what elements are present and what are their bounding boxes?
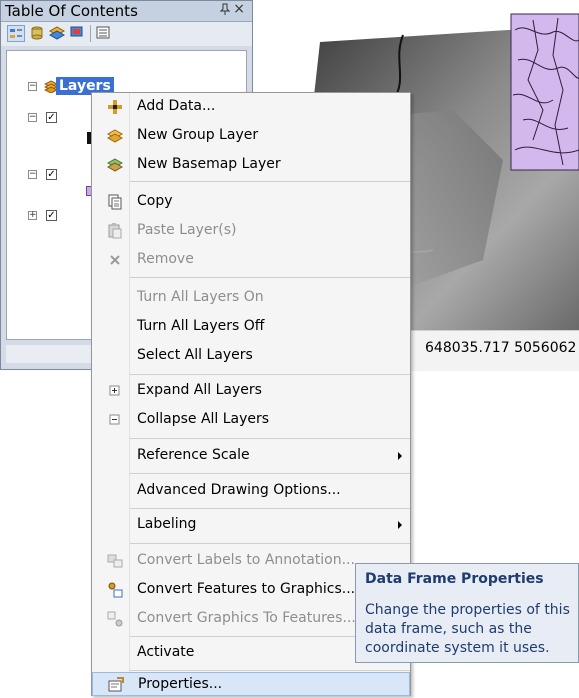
collapse-root-toggle[interactable]: − xyxy=(28,82,37,91)
convert-labels-icon xyxy=(106,552,124,570)
menu-item-label: Copy xyxy=(137,193,173,209)
menu-item-paste-layers[interactable]: Paste Layer(s) xyxy=(92,217,410,246)
menu-item-label: New Group Layer xyxy=(137,127,259,143)
new-group-layer-icon xyxy=(106,127,124,145)
layer-1-checkbox[interactable]: ✓ xyxy=(46,112,57,123)
convert-graphics-icon xyxy=(106,610,124,628)
list-by-source-icon[interactable] xyxy=(29,25,47,42)
menu-item-label: Turn All Layers Off xyxy=(137,318,265,334)
toc-toolbar xyxy=(1,22,252,46)
layer-1-toggle[interactable]: − xyxy=(28,113,37,122)
menu-item-add-data[interactable]: Add Data... xyxy=(92,93,410,122)
layer-3-toggle[interactable]: + xyxy=(28,211,37,220)
add-data-icon xyxy=(106,98,124,116)
paste-icon xyxy=(106,222,124,240)
convert-features-icon xyxy=(106,581,124,599)
toc-title: Table Of Contents xyxy=(5,2,138,20)
layer-2-toggle[interactable]: − xyxy=(28,170,37,179)
menu-item-new-group-layer[interactable]: New Group Layer xyxy=(92,122,410,151)
menu-item-labeling[interactable]: Labeling xyxy=(92,511,410,540)
menu-item-label: Remove xyxy=(137,251,194,267)
menu-item-new-basemap-layer[interactable]: New Basemap Layer xyxy=(92,151,410,180)
tooltip-title: Data Frame Properties xyxy=(365,571,544,587)
pin-icon[interactable] xyxy=(219,3,231,18)
list-by-selection-icon[interactable] xyxy=(69,25,87,42)
options-icon[interactable] xyxy=(95,25,113,42)
remove-icon xyxy=(106,251,124,269)
menu-item-label: Add Data... xyxy=(137,98,216,114)
menu-item-label: Collapse All Layers xyxy=(137,411,270,427)
menu-separator xyxy=(130,670,410,671)
submenu-arrow-icon xyxy=(398,521,402,529)
menu-item-copy[interactable]: Copy xyxy=(92,188,410,217)
toolbar-divider xyxy=(90,25,91,42)
menu-separator xyxy=(130,543,410,544)
menu-separator xyxy=(130,374,410,375)
menu-item-label: Select All Layers xyxy=(137,347,253,363)
collapse-icon xyxy=(106,411,124,429)
menu-item-label: Advanced Drawing Options... xyxy=(137,482,341,498)
new-basemap-layer-icon xyxy=(106,156,124,174)
menu-separator xyxy=(130,438,410,439)
menu-item-label: Reference Scale xyxy=(137,447,250,463)
menu-item-label: Paste Layer(s) xyxy=(137,222,237,238)
menu-item-label: Labeling xyxy=(137,516,197,532)
menu-item-label: Turn All Layers On xyxy=(137,289,264,305)
menu-item-label: Activate xyxy=(137,644,195,660)
layer-2-checkbox[interactable]: ✓ xyxy=(46,169,57,180)
expand-icon xyxy=(106,382,124,400)
menu-separator xyxy=(130,473,410,474)
coordinate-readout: 648035.717 5056062 xyxy=(425,340,577,356)
submenu-arrow-icon xyxy=(398,452,402,460)
menu-item-turn-all-layers-off[interactable]: Turn All Layers Off xyxy=(92,313,410,342)
menu-item-reference-scale[interactable]: Reference Scale xyxy=(92,442,410,471)
menu-separator xyxy=(130,181,410,182)
menu-item-label: Properties... xyxy=(138,676,223,692)
menu-separator xyxy=(130,277,410,278)
layer-3-checkbox[interactable]: ✓ xyxy=(46,210,57,221)
menu-item-select-all-layers[interactable]: Select All Layers xyxy=(92,342,410,371)
list-by-visibility-icon[interactable] xyxy=(49,25,67,42)
menu-item-label: Convert Graphics To Features... xyxy=(137,610,356,626)
menu-item-advanced-drawing-options[interactable]: Advanced Drawing Options... xyxy=(92,477,410,506)
copy-icon xyxy=(106,193,124,211)
tooltip: Data Frame Properties Change the propert… xyxy=(355,563,579,663)
toc-title-bar[interactable]: Table Of Contents × xyxy=(1,1,252,22)
menu-item-remove[interactable]: Remove xyxy=(92,246,410,275)
tooltip-body: Change the properties of this data frame… xyxy=(365,602,570,656)
menu-item-label: Convert Features to Graphics... xyxy=(137,581,356,597)
menu-item-turn-all-layers-on[interactable]: Turn All Layers On xyxy=(92,284,410,313)
menu-item-properties[interactable]: Properties... xyxy=(92,672,410,696)
menu-item-expand-all-layers[interactable]: Expand All Layers xyxy=(92,377,410,406)
properties-icon xyxy=(107,676,125,694)
menu-item-collapse-all-layers[interactable]: Collapse All Layers xyxy=(92,406,410,435)
list-by-drawing-order-icon[interactable] xyxy=(7,25,25,42)
menu-item-label: Expand All Layers xyxy=(137,382,262,398)
menu-separator xyxy=(130,508,410,509)
menu-item-label: New Basemap Layer xyxy=(137,156,281,172)
menu-item-label: Convert Labels to Annotation... xyxy=(137,552,355,568)
close-icon[interactable]: × xyxy=(233,1,245,17)
